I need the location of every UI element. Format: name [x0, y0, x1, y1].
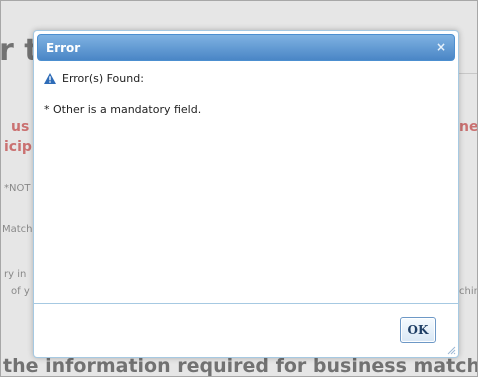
resize-grip-icon[interactable] — [446, 345, 456, 355]
error-heading-row: Error(s) Found: — [44, 71, 448, 85]
ok-button[interactable]: OK — [400, 317, 436, 343]
error-dialog: Error × Error(s) Found: * Other is a man… — [33, 30, 459, 358]
close-icon[interactable]: × — [434, 40, 448, 54]
dialog-button-pane: OK — [34, 303, 458, 357]
error-message: * Other is a mandatory field. — [44, 103, 202, 116]
error-heading: Error(s) Found: — [62, 71, 144, 85]
dialog-content: Error(s) Found: * Other is a mandatory f… — [44, 71, 448, 116]
warning-icon — [44, 72, 56, 84]
dialog-title: Error — [46, 41, 81, 55]
dialog-titlebar[interactable]: Error × — [37, 34, 455, 61]
